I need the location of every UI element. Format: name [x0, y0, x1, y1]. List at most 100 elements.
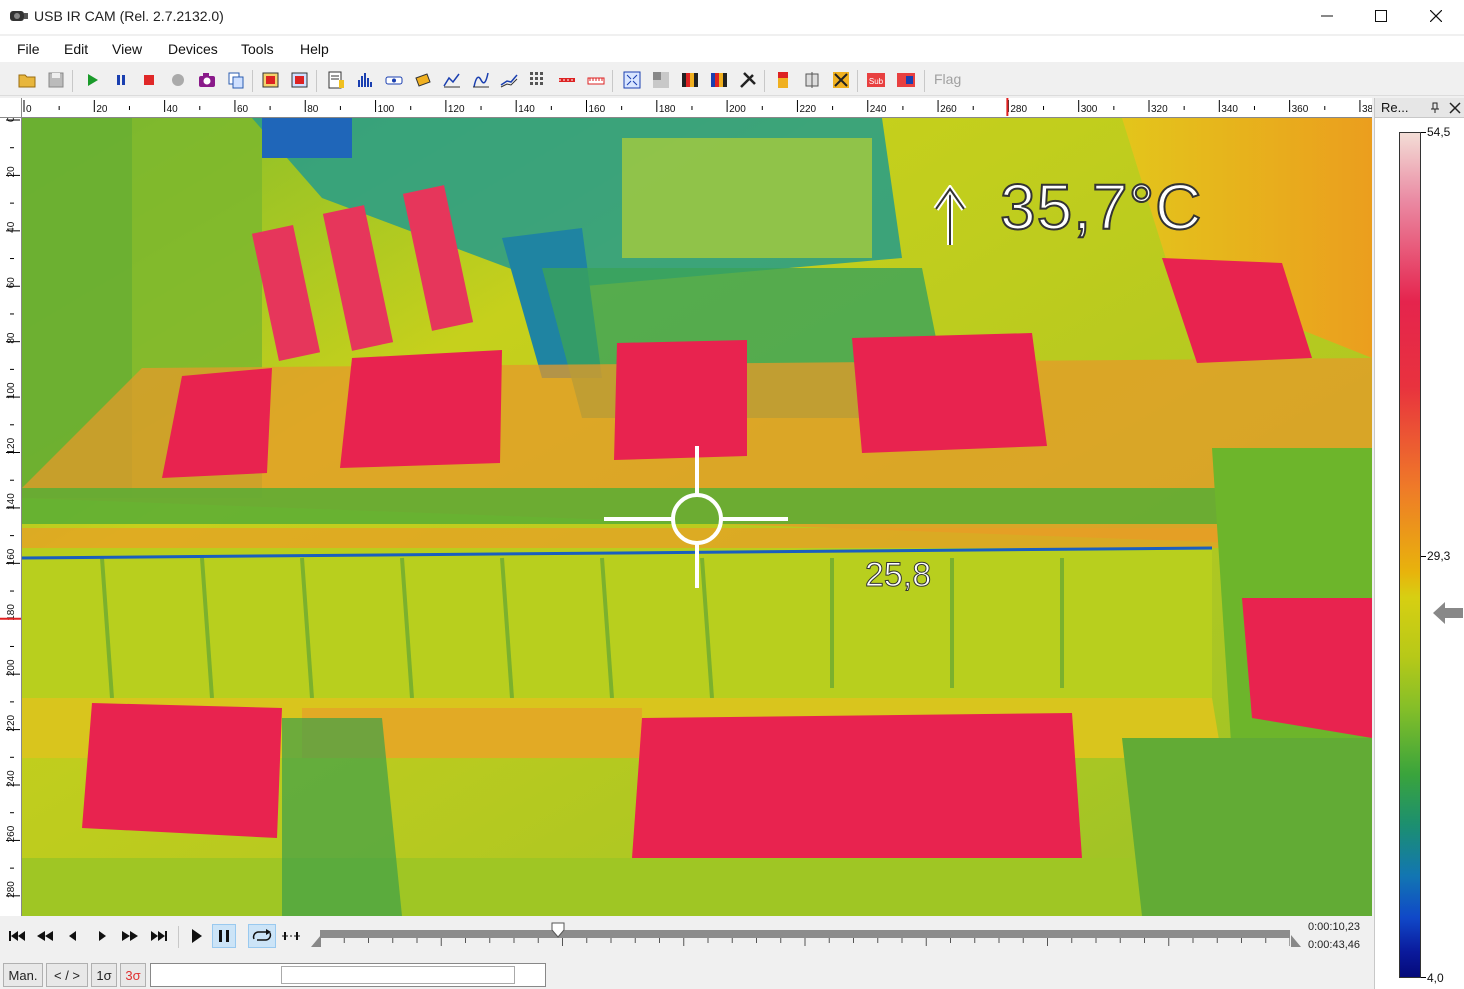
- bar-icon[interactable]: [557, 70, 577, 90]
- image-export-icon[interactable]: [261, 70, 281, 90]
- histogram-icon[interactable]: [355, 70, 375, 90]
- measure-icon[interactable]: [384, 70, 404, 90]
- report-icon[interactable]: [326, 70, 346, 90]
- ruler-label: 160: [6, 548, 17, 565]
- color-scale-icon[interactable]: [773, 70, 793, 90]
- sub-icon[interactable]: Sub: [866, 70, 886, 90]
- ruler-label: 120: [6, 437, 17, 454]
- palette-icon[interactable]: [680, 70, 700, 90]
- maximize-button[interactable]: [1353, 0, 1409, 32]
- ruler-label: 80: [307, 104, 319, 115]
- compare-icon[interactable]: [896, 70, 916, 90]
- record-icon[interactable]: [168, 70, 188, 90]
- svg-text:Sub: Sub: [869, 77, 884, 86]
- first-frame-icon[interactable]: [5, 924, 29, 948]
- ruler-label: 60: [237, 104, 249, 115]
- toolbar-separator: [72, 70, 73, 92]
- color-scale-bar[interactable]: [1399, 132, 1421, 978]
- menu-devices[interactable]: Devices: [168, 41, 218, 57]
- ruler-label: 260: [6, 825, 17, 842]
- stop-icon[interactable]: [139, 70, 159, 90]
- hotspot-icon[interactable]: [413, 70, 433, 90]
- ruler-label: 200: [729, 104, 746, 115]
- fast-forward-icon[interactable]: [118, 924, 142, 948]
- play-icon[interactable]: [184, 924, 208, 948]
- tools-icon[interactable]: [738, 70, 758, 90]
- timeline-ticks: [320, 938, 1290, 946]
- iron-palette-icon[interactable]: [709, 70, 729, 90]
- window-title: USB IR CAM (Rel. 2.7.2132.0): [34, 8, 224, 24]
- open-folder-icon[interactable]: [17, 70, 37, 90]
- ruler-icon[interactable]: [586, 70, 606, 90]
- sigma1-button[interactable]: 1σ: [91, 963, 117, 987]
- manual-range-button[interactable]: Man.: [3, 963, 43, 987]
- ruler-label: 100: [378, 104, 395, 115]
- ruler-label: 100: [6, 382, 17, 399]
- play-icon[interactable]: [82, 70, 102, 90]
- last-frame-icon[interactable]: [147, 924, 171, 948]
- maximize-icon: [1375, 10, 1387, 22]
- close-button[interactable]: [1408, 0, 1464, 32]
- scale-tick: [1421, 556, 1426, 557]
- app-window: USB IR CAM (Rel. 2.7.2132.0) File Edit V…: [0, 0, 1464, 989]
- image-import-icon[interactable]: [290, 70, 310, 90]
- horizontal-ruler: 0 20 40 60 80 100 120 140 160 180 200 220 240 260 280 3…: [22, 98, 1372, 118]
- minimize-icon: [1321, 15, 1333, 17]
- ruler-label: 80: [6, 332, 17, 344]
- spot-temperature-label: 25,8: [864, 556, 932, 595]
- pin-icon[interactable]: [1429, 102, 1441, 114]
- menu-bar: File Edit View Devices Tools Help: [0, 36, 1464, 62]
- flag-button[interactable]: Flag: [934, 71, 961, 87]
- pause-button[interactable]: [212, 924, 236, 948]
- scale-tick: [1421, 132, 1426, 133]
- ruler-label: 60: [6, 277, 17, 289]
- ruler-label: 20: [6, 166, 17, 178]
- save-icon[interactable]: [46, 70, 66, 90]
- ruler-label: 40: [6, 221, 17, 233]
- align-icon[interactable]: [802, 70, 822, 90]
- range-end-marker-icon[interactable]: [1290, 934, 1302, 948]
- fast-rewind-icon[interactable]: [33, 924, 57, 948]
- menu-file[interactable]: File: [17, 41, 40, 57]
- ruler-label: 240: [6, 770, 17, 787]
- status-scroll-thumb[interactable]: [281, 966, 515, 984]
- range-toggle-button[interactable]: < / >: [46, 963, 88, 987]
- timeline-thumb[interactable]: [551, 922, 565, 938]
- gray-palette-icon[interactable]: [651, 70, 671, 90]
- ruler-label: 220: [6, 714, 17, 731]
- menu-edit[interactable]: Edit: [64, 41, 88, 57]
- menu-view[interactable]: View: [112, 41, 142, 57]
- grid-icon[interactable]: [528, 70, 548, 90]
- fullscreen-icon[interactable]: [622, 70, 642, 90]
- loop-button[interactable]: [248, 924, 276, 948]
- curve-icon[interactable]: [471, 70, 491, 90]
- ruler-label: 240: [870, 104, 887, 115]
- camera-icon[interactable]: [197, 70, 217, 90]
- ruler-label: 320: [1151, 104, 1168, 115]
- panel-header: Re...: [1375, 98, 1464, 118]
- trend-icon[interactable]: [499, 70, 519, 90]
- menu-help[interactable]: Help: [300, 41, 329, 57]
- ruler-label: 180: [659, 104, 676, 115]
- scale-tick: [1421, 977, 1426, 978]
- max-temp-arrow-icon: [933, 185, 967, 245]
- calibrate-icon[interactable]: [831, 70, 851, 90]
- scale-max-label: 54,5: [1427, 125, 1451, 139]
- ruler-label: 380: [1362, 104, 1372, 115]
- timeline-track[interactable]: [320, 930, 1290, 938]
- playback-separator: [178, 926, 179, 948]
- line-profile-icon[interactable]: [442, 70, 462, 90]
- toolbar-separator: [924, 70, 925, 92]
- copy-icon[interactable]: [226, 70, 246, 90]
- step-forward-icon[interactable]: [90, 924, 114, 948]
- pause-icon[interactable]: [111, 70, 131, 90]
- range-start-marker-icon[interactable]: [310, 934, 322, 948]
- segment-icon[interactable]: [279, 924, 303, 948]
- minimize-button[interactable]: [1299, 0, 1355, 32]
- step-back-icon[interactable]: [61, 924, 85, 948]
- panel-close-icon[interactable]: [1449, 102, 1461, 114]
- menu-tools[interactable]: Tools: [241, 41, 274, 57]
- ruler-label: 0: [26, 104, 32, 115]
- toolbar-separator: [252, 70, 253, 92]
- sigma3-button[interactable]: 3σ: [120, 963, 146, 987]
